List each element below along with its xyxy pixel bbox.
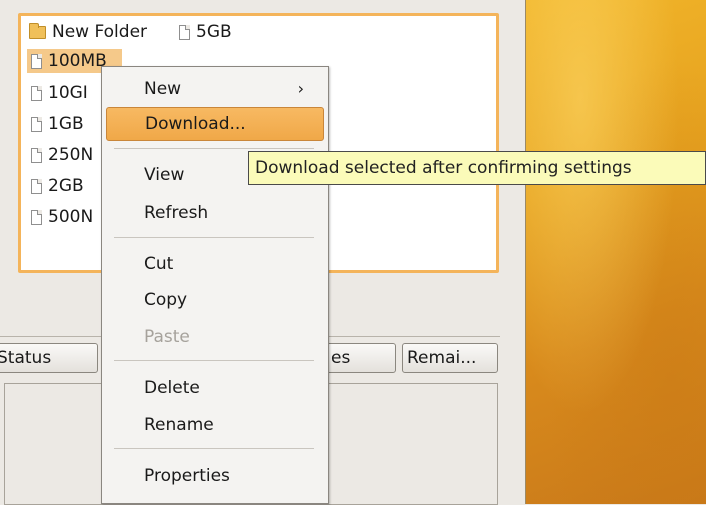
menu-item-paste: Paste bbox=[106, 320, 324, 354]
desktop-background bbox=[525, 0, 706, 504]
menu-item-delete[interactable]: Delete bbox=[106, 371, 324, 405]
file-icon bbox=[31, 178, 42, 194]
download-tooltip: Download selected after confirming setti… bbox=[248, 151, 706, 185]
menu-item-new[interactable]: New › bbox=[106, 72, 324, 106]
tree-item-label: 10GI bbox=[48, 83, 88, 103]
tree-item-label: 500N bbox=[48, 207, 94, 227]
menu-separator bbox=[114, 448, 314, 449]
submenu-arrow-icon: › bbox=[297, 79, 304, 98]
file-icon bbox=[31, 116, 42, 132]
tree-item-label: 2GB bbox=[48, 176, 84, 196]
folder-icon bbox=[29, 22, 46, 39]
menu-item-label: Properties bbox=[144, 466, 230, 486]
tree-item-5gb[interactable]: 5GB bbox=[179, 20, 232, 44]
menu-item-label: Paste bbox=[144, 327, 190, 347]
file-icon bbox=[179, 24, 190, 40]
file-icon bbox=[31, 85, 42, 101]
menu-item-label: New bbox=[144, 79, 182, 99]
menu-item-label: View bbox=[144, 165, 185, 185]
menu-item-refresh[interactable]: Refresh bbox=[106, 196, 324, 230]
menu-separator bbox=[114, 148, 314, 149]
column-header-label: es bbox=[331, 348, 351, 368]
tree-item-1gb[interactable]: 1GB bbox=[31, 112, 84, 136]
menu-item-label: Rename bbox=[144, 415, 214, 435]
context-menu: New › Download... View Refresh Cut Copy … bbox=[101, 66, 329, 504]
column-header-label: Status bbox=[0, 348, 52, 368]
file-icon bbox=[31, 209, 42, 225]
file-icon bbox=[31, 53, 42, 69]
menu-separator bbox=[114, 360, 314, 361]
tree-item-label: 1GB bbox=[48, 114, 84, 134]
menu-item-properties[interactable]: Properties bbox=[106, 459, 324, 493]
menu-item-label: Download... bbox=[145, 114, 246, 134]
menu-item-label: Copy bbox=[144, 290, 188, 310]
menu-item-label: Cut bbox=[144, 254, 174, 274]
column-header-remaining[interactable]: Remai... bbox=[402, 343, 498, 373]
menu-item-rename[interactable]: Rename bbox=[106, 408, 324, 442]
menu-item-label: Delete bbox=[144, 378, 200, 398]
column-header-label: Remai... bbox=[407, 348, 477, 368]
tree-item-2gb[interactable]: 2GB bbox=[31, 174, 84, 198]
menu-item-label: Refresh bbox=[144, 203, 209, 223]
menu-separator bbox=[114, 237, 314, 238]
tree-item-new-folder[interactable]: New Folder bbox=[29, 20, 147, 44]
menu-item-cut[interactable]: Cut bbox=[106, 247, 324, 281]
menu-item-download[interactable]: Download... bbox=[106, 107, 324, 141]
tree-item-label: 5GB bbox=[196, 22, 232, 42]
tree-item-label: 100MB bbox=[48, 51, 107, 71]
menu-item-copy[interactable]: Copy bbox=[106, 283, 324, 317]
tree-item-label: 250N bbox=[48, 145, 94, 165]
tree-item-10gb[interactable]: 10GI bbox=[31, 81, 88, 105]
tooltip-text: Download selected after confirming setti… bbox=[255, 158, 632, 178]
tree-item-label: New Folder bbox=[52, 22, 148, 42]
tree-item-250mb[interactable]: 250N bbox=[31, 143, 93, 167]
column-header-status[interactable]: Status bbox=[0, 343, 98, 373]
file-icon bbox=[31, 147, 42, 163]
tree-item-500mb[interactable]: 500N bbox=[31, 205, 93, 229]
